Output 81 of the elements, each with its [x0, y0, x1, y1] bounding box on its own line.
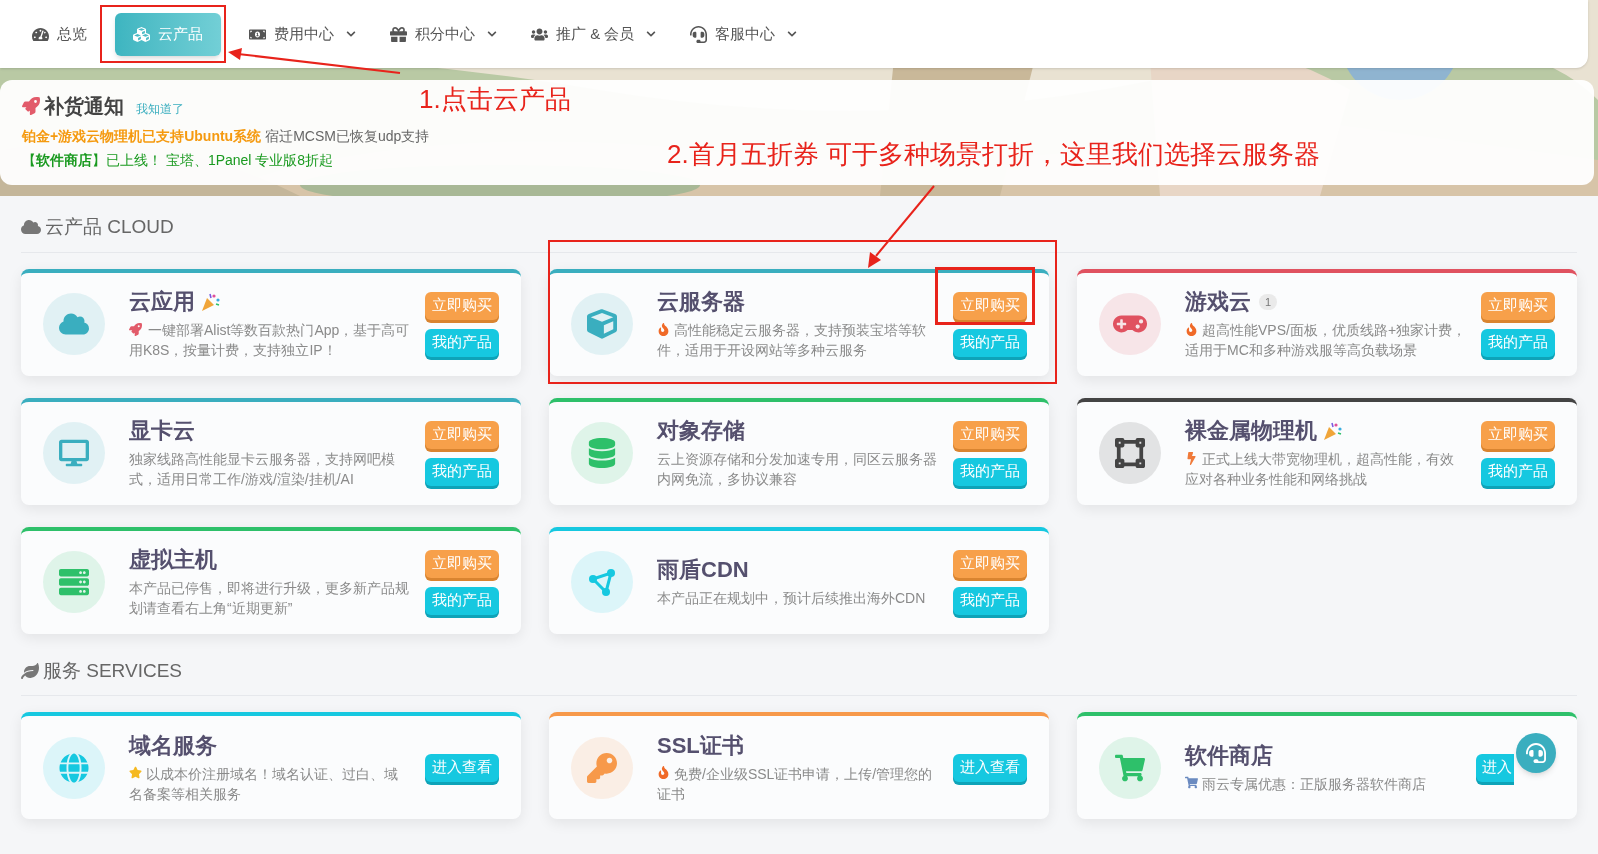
nav-tab[interactable]: 推广 & 会员: [525, 12, 663, 56]
card-title: 软件商店: [1185, 741, 1273, 770]
card-description: 一键部署Alist等数百款热门App，基于高可用K8S，按量计费，支持独立IP！: [129, 321, 411, 360]
card-description: 高性能稳定云服务器，支持预装宝塔等软件，适用于开设网站等多种云服务: [657, 321, 927, 360]
fire-icon: [1185, 322, 1198, 336]
open-button[interactable]: 我的产品: [425, 457, 499, 486]
nav-tab[interactable]: 总览: [26, 12, 93, 56]
leaf-icon: [21, 661, 39, 680]
card-title: 对象存储: [657, 417, 745, 445]
nav-tab[interactable]: 积分中心: [384, 12, 503, 56]
buy-now-button[interactable]: 立即购买: [425, 291, 499, 320]
card-description: 本产品已停售，即将进行升级，更多新产品规划请查看右上角“近期更新”: [129, 579, 410, 618]
section-title: 服务 SERVICES: [43, 658, 183, 683]
notice-text: 宿迁MCSM已恢复udp支持: [265, 127, 430, 146]
nav-tab[interactable]: 费用中心: [243, 12, 362, 56]
monitor-icon: [59, 438, 89, 468]
open-button[interactable]: 进入: [1476, 753, 1514, 782]
gauge-icon: [32, 25, 49, 43]
card-description: 本产品正在规划中，预计后续推出海外CDN: [657, 589, 927, 608]
card-title: SSL证书: [657, 731, 744, 760]
open-button[interactable]: 进入查看: [953, 753, 1027, 782]
card-description: 超高性能VPS/面板，优质线路+独家计费，适用于MC和多种游戏服等高负载场景: [1185, 321, 1467, 360]
card-title: 域名服务: [129, 731, 217, 760]
notice-highlight: 铂金+游戏云物理机已支持Ubuntu系统: [22, 127, 262, 146]
card-title: 虚拟主机: [129, 546, 217, 574]
buy-now-button[interactable]: 立即购买: [953, 420, 1027, 449]
buy-now-button[interactable]: 立即购买: [1481, 420, 1555, 449]
buy-now-button[interactable]: 立即购买: [953, 549, 1027, 578]
open-button[interactable]: 我的产品: [425, 328, 499, 357]
card-description: 正式上线大带宽物理机，超高性能，有效应对各种业务性能和网络挑战: [1185, 450, 1455, 489]
gift-icon: [390, 25, 407, 43]
fire-icon: [657, 322, 670, 336]
nav-tab[interactable]: 云产品: [115, 12, 221, 56]
annotation-text: 2.首月五折券 可于多种场景打折，这里我们选择云服务器: [667, 138, 1320, 171]
card-description: 云上资源存储和分发加速专用，同区云服务器内网免流，多协议兼容: [657, 450, 938, 489]
card-description: 雨云专属优惠：正版服务器软件商店: [1185, 773, 1462, 794]
rocket-icon: [129, 322, 142, 336]
headset-icon: [690, 25, 708, 43]
party-popper-icon: [199, 291, 221, 313]
count-badge: 1: [1259, 294, 1278, 310]
buy-now-button[interactable]: 立即购买: [425, 549, 499, 578]
cube-icon: [587, 309, 617, 339]
card-title: 云应用: [129, 288, 195, 316]
annotation-text: 1.点击云产品: [419, 83, 571, 116]
buy-now-button[interactable]: 立即购买: [953, 291, 1027, 320]
buy-now-button[interactable]: 立即购买: [1481, 291, 1555, 320]
card-title: 裸金属物理机: [1185, 417, 1317, 445]
open-button[interactable]: 我的产品: [425, 586, 499, 615]
card-description: 以成本价注册域名！域名认证、过白、域名备案等相关服务: [129, 764, 399, 804]
server-icon: [59, 567, 89, 597]
card-description: 独家线路高性能显卡云服务器，支持网吧模式，适用日常工作/游戏/渲染/挂机/AI: [129, 450, 396, 489]
cart-icon: [1115, 752, 1145, 783]
open-button[interactable]: 我的产品: [1481, 457, 1555, 486]
open-button[interactable]: 我的产品: [953, 328, 1027, 357]
open-button[interactable]: 我的产品: [953, 586, 1027, 615]
database-icon: [587, 438, 617, 468]
card-description: 免费/企业级SSL证书申请，上传/管理您的证书: [657, 764, 934, 804]
card-title: 游戏云: [1185, 288, 1251, 316]
rocket-icon: [22, 97, 40, 115]
headset-icon: [1526, 743, 1546, 763]
notice-title: 补货通知: [44, 94, 124, 118]
card-title: 显卡云: [129, 417, 195, 445]
bolt-icon: [1185, 451, 1198, 465]
cubes-icon: [133, 25, 150, 43]
dismiss-link[interactable]: 我知道了: [136, 100, 184, 118]
section-title: 云产品 CLOUD: [45, 215, 174, 239]
notice-text: 【软件商店】已上线！ 宝塔、1Panel 专业版8折起: [22, 151, 334, 170]
open-button[interactable]: 我的产品: [1481, 328, 1555, 357]
fire-icon: [657, 766, 670, 780]
card-title: 云服务器: [657, 288, 745, 316]
open-button[interactable]: 我的产品: [953, 457, 1027, 486]
key-icon: [587, 752, 617, 783]
cart-icon: [1185, 776, 1198, 790]
globe-icon: [59, 752, 89, 783]
party-popper-icon: [1321, 420, 1343, 442]
star-icon: [129, 766, 142, 780]
nav-tab[interactable]: 客服中心: [684, 12, 804, 56]
triangle-nodes-icon: [587, 567, 617, 597]
open-button[interactable]: 进入查看: [425, 753, 499, 782]
buy-now-button[interactable]: 立即购买: [425, 420, 499, 449]
card-title: 雨盾CDN: [657, 556, 749, 584]
